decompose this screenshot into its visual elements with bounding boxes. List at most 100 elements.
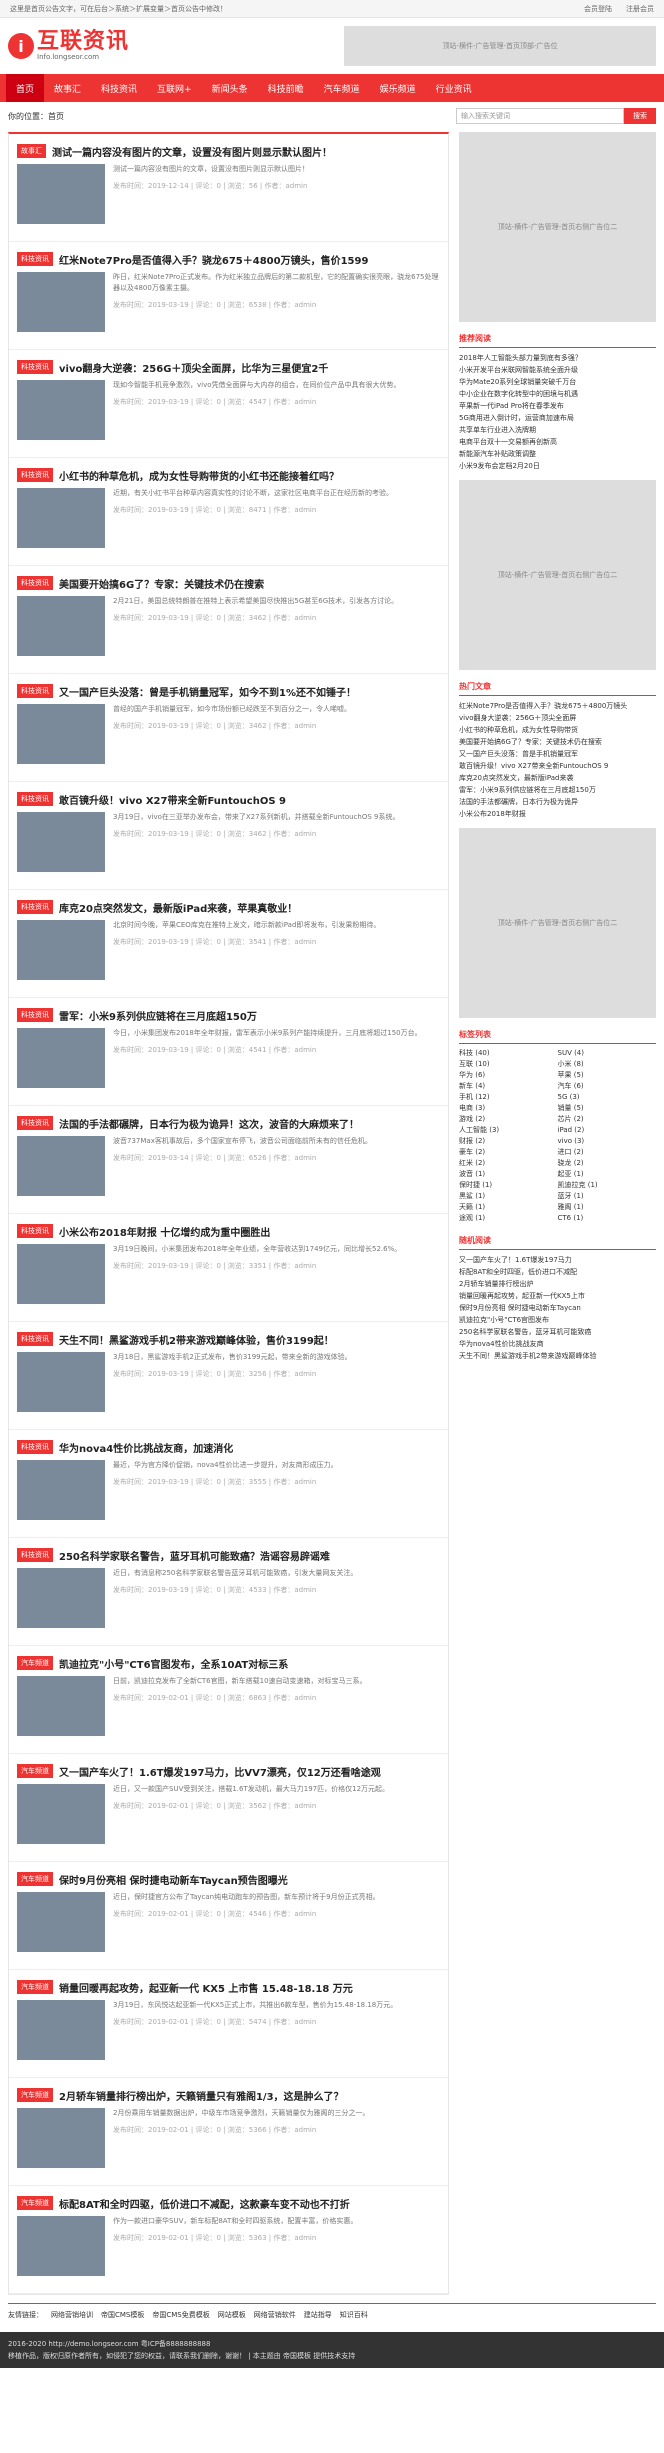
recommend-item[interactable]: 华为Mate20系列全球销量突破千万台: [459, 376, 656, 388]
hot-item[interactable]: 小米公布2018年财报: [459, 808, 656, 820]
category-badge[interactable]: 科技资讯: [17, 360, 53, 374]
tag-item[interactable]: 销量 (5): [558, 1103, 657, 1114]
recommend-item[interactable]: 苹果新一代iPad Pro将在春季发布: [459, 400, 656, 412]
tag-item[interactable]: 凯迪拉克 (1): [558, 1180, 657, 1191]
friend-link[interactable]: 知识百科: [340, 2310, 368, 2320]
category-badge[interactable]: 汽车频道: [17, 1872, 53, 1886]
tag-item[interactable]: 电商 (3): [459, 1103, 558, 1114]
tag-item[interactable]: 骁龙 (2): [558, 1158, 657, 1169]
category-badge[interactable]: 汽车频道: [17, 2088, 53, 2102]
recommend-item[interactable]: 2018年人工智能头部力量到底有多强？: [459, 352, 656, 364]
article-thumbnail[interactable]: [17, 596, 105, 656]
tag-item[interactable]: CT6 (1): [558, 1213, 657, 1224]
random-item[interactable]: 保时9月份亮相 保时捷电动新车Taycan: [459, 1302, 656, 1314]
tag-item[interactable]: 人工智能 (3): [459, 1125, 558, 1136]
sidebar-ad[interactable]: 顶站-横件-广告管理-首页右侧广告位二: [459, 828, 656, 1018]
article-title[interactable]: 又一国产车火了！1.6T爆发197马力，比VV7漂亮，仅12万还看啥途观: [59, 1764, 381, 1779]
article-title[interactable]: 小米公布2018年财报 十亿增约成为重中圈胜出: [59, 1224, 270, 1239]
hot-item[interactable]: 小红书的种草危机，成为女性导购带货: [459, 724, 656, 736]
article-title[interactable]: 2月轿车销量排行榜出炉，天籁销量只有雅阁1/3，这是肿么了？: [59, 2088, 344, 2103]
article-thumbnail[interactable]: [17, 2216, 105, 2276]
tag-item[interactable]: 黑鲨 (1): [459, 1191, 558, 1202]
recommend-item[interactable]: 新能源汽车补贴政策调整: [459, 448, 656, 460]
tag-item[interactable]: 保时捷 (1): [459, 1180, 558, 1191]
recommend-item[interactable]: 电商平台双十一交易额再创新高: [459, 436, 656, 448]
tag-item[interactable]: 蓝牙 (1): [558, 1191, 657, 1202]
hot-item[interactable]: 红米Note7Pro是否值得入手？骁龙675＋4800万镜头: [459, 700, 656, 712]
article-thumbnail[interactable]: [17, 1892, 105, 1952]
category-badge[interactable]: 汽车频道: [17, 1656, 53, 1670]
nav-item[interactable]: 故事汇: [44, 82, 91, 95]
article-thumbnail[interactable]: [17, 1460, 105, 1520]
tag-item[interactable]: 5G (3): [558, 1092, 657, 1103]
article-thumbnail[interactable]: [17, 1676, 105, 1736]
top-ad-banner[interactable]: 顶站-横件-广告管理-首页顶部-广告位: [344, 26, 656, 66]
category-badge[interactable]: 科技资讯: [17, 1332, 53, 1346]
search-input[interactable]: 输入搜索关键词: [456, 108, 624, 124]
recommend-item[interactable]: 中小企业在数字化转型中的困境与机遇: [459, 388, 656, 400]
friend-link[interactable]: 帝国CMS模板: [101, 2310, 144, 2320]
hot-item[interactable]: 敢百镜升级！vivo X27带来全新FuntouchOS 9: [459, 760, 656, 772]
tag-item[interactable]: 游戏 (2): [459, 1114, 558, 1125]
random-item[interactable]: 凯迪拉克"小号"CT6官图发布: [459, 1314, 656, 1326]
tag-item[interactable]: 途观 (1): [459, 1213, 558, 1224]
category-badge[interactable]: 科技资讯: [17, 792, 53, 806]
category-badge[interactable]: 科技资讯: [17, 468, 53, 482]
article-thumbnail[interactable]: [17, 1568, 105, 1628]
category-badge[interactable]: 故事汇: [17, 144, 46, 158]
tag-item[interactable]: 科技 (40): [459, 1048, 558, 1059]
article-thumbnail[interactable]: [17, 164, 105, 224]
random-item[interactable]: 标配8AT和全时四驱，低价进口不减配: [459, 1266, 656, 1278]
recommend-item[interactable]: 共享单车行业进入洗牌期: [459, 424, 656, 436]
register-link[interactable]: 注册会员: [626, 4, 654, 14]
nav-item[interactable]: 科技前瞻: [258, 82, 314, 95]
nav-home[interactable]: 首页: [6, 74, 45, 102]
category-badge[interactable]: 科技资讯: [17, 576, 53, 590]
sidebar-ad[interactable]: 顶站-横件-广告管理-首页右侧广告位二: [459, 480, 656, 670]
category-badge[interactable]: 科技资讯: [17, 900, 53, 914]
tag-item[interactable]: 红米 (2): [459, 1158, 558, 1169]
category-badge[interactable]: 科技资讯: [17, 1224, 53, 1238]
category-badge[interactable]: 科技资讯: [17, 1008, 53, 1022]
article-title[interactable]: 又一国产巨头没落：曾是手机销量冠军，如今不到1%还不如锤子！: [59, 684, 356, 699]
article-thumbnail[interactable]: [17, 2000, 105, 2060]
article-thumbnail[interactable]: [17, 812, 105, 872]
category-badge[interactable]: 科技资讯: [17, 1548, 53, 1562]
article-title[interactable]: 小红书的种草危机，成为女性导购带货的小红书还能接着红吗？: [59, 468, 339, 483]
article-title[interactable]: 凯迪拉克"小号"CT6官图发布，全系10AT对标三系: [59, 1656, 288, 1671]
friend-link[interactable]: 帝国CMS免费模板: [152, 2310, 209, 2320]
article-thumbnail[interactable]: [17, 2108, 105, 2168]
article-thumbnail[interactable]: [17, 704, 105, 764]
random-item[interactable]: 天生不同！黑鲨游戏手机2带来游戏巅峰体验: [459, 1350, 656, 1362]
tag-item[interactable]: 起亚 (1): [558, 1169, 657, 1180]
article-title[interactable]: 美国要开始搞6G了？专家：关键技术仍在搜索: [59, 576, 264, 591]
article-title[interactable]: 销量回暖再起攻势，起亚新一代 KX5 上市售 15.48-18.18 万元: [59, 1980, 353, 1995]
nav-item[interactable]: 科技资讯: [91, 82, 147, 95]
category-badge[interactable]: 汽车频道: [17, 1764, 53, 1778]
category-badge[interactable]: 科技资讯: [17, 1440, 53, 1454]
friend-link[interactable]: 网络营销软件: [254, 2310, 296, 2320]
friend-link[interactable]: 网站模板: [218, 2310, 246, 2320]
category-badge[interactable]: 汽车频道: [17, 2196, 53, 2210]
tag-item[interactable]: 华为 (6): [459, 1070, 558, 1081]
random-item[interactable]: 华为nova4性价比挑战友商: [459, 1338, 656, 1350]
article-title[interactable]: 天生不同！黑鲨游戏手机2带来游戏巅峰体验，售价3199起！: [59, 1332, 334, 1347]
tag-item[interactable]: 天籁 (1): [459, 1202, 558, 1213]
tag-item[interactable]: 波音 (1): [459, 1169, 558, 1180]
hot-item[interactable]: 又一国产巨头没落：曾是手机销量冠军: [459, 748, 656, 760]
tag-item[interactable]: 新车 (4): [459, 1081, 558, 1092]
article-thumbnail[interactable]: [17, 1352, 105, 1412]
article-thumbnail[interactable]: [17, 1136, 105, 1196]
article-title[interactable]: 敢百镜升级！vivo X27带来全新FuntouchOS 9: [59, 792, 286, 807]
nav-item[interactable]: 行业资讯: [426, 82, 482, 95]
tag-item[interactable]: 苹果 (5): [558, 1070, 657, 1081]
sidebar-ad[interactable]: 顶站-横件-广告管理-首页右侧广告位二: [459, 132, 656, 322]
recommend-item[interactable]: 小米9发布会定档2月20日: [459, 460, 656, 472]
tag-item[interactable]: 手机 (12): [459, 1092, 558, 1103]
recommend-item[interactable]: 小米开发平台米联网智能系统全面升级: [459, 364, 656, 376]
random-item[interactable]: 销量回暖再起攻势，起亚新一代KX5上市: [459, 1290, 656, 1302]
tag-item[interactable]: vivo (3): [558, 1136, 657, 1147]
tag-item[interactable]: iPad (2): [558, 1125, 657, 1136]
tag-item[interactable]: 进口 (2): [558, 1147, 657, 1158]
article-thumbnail[interactable]: [17, 380, 105, 440]
